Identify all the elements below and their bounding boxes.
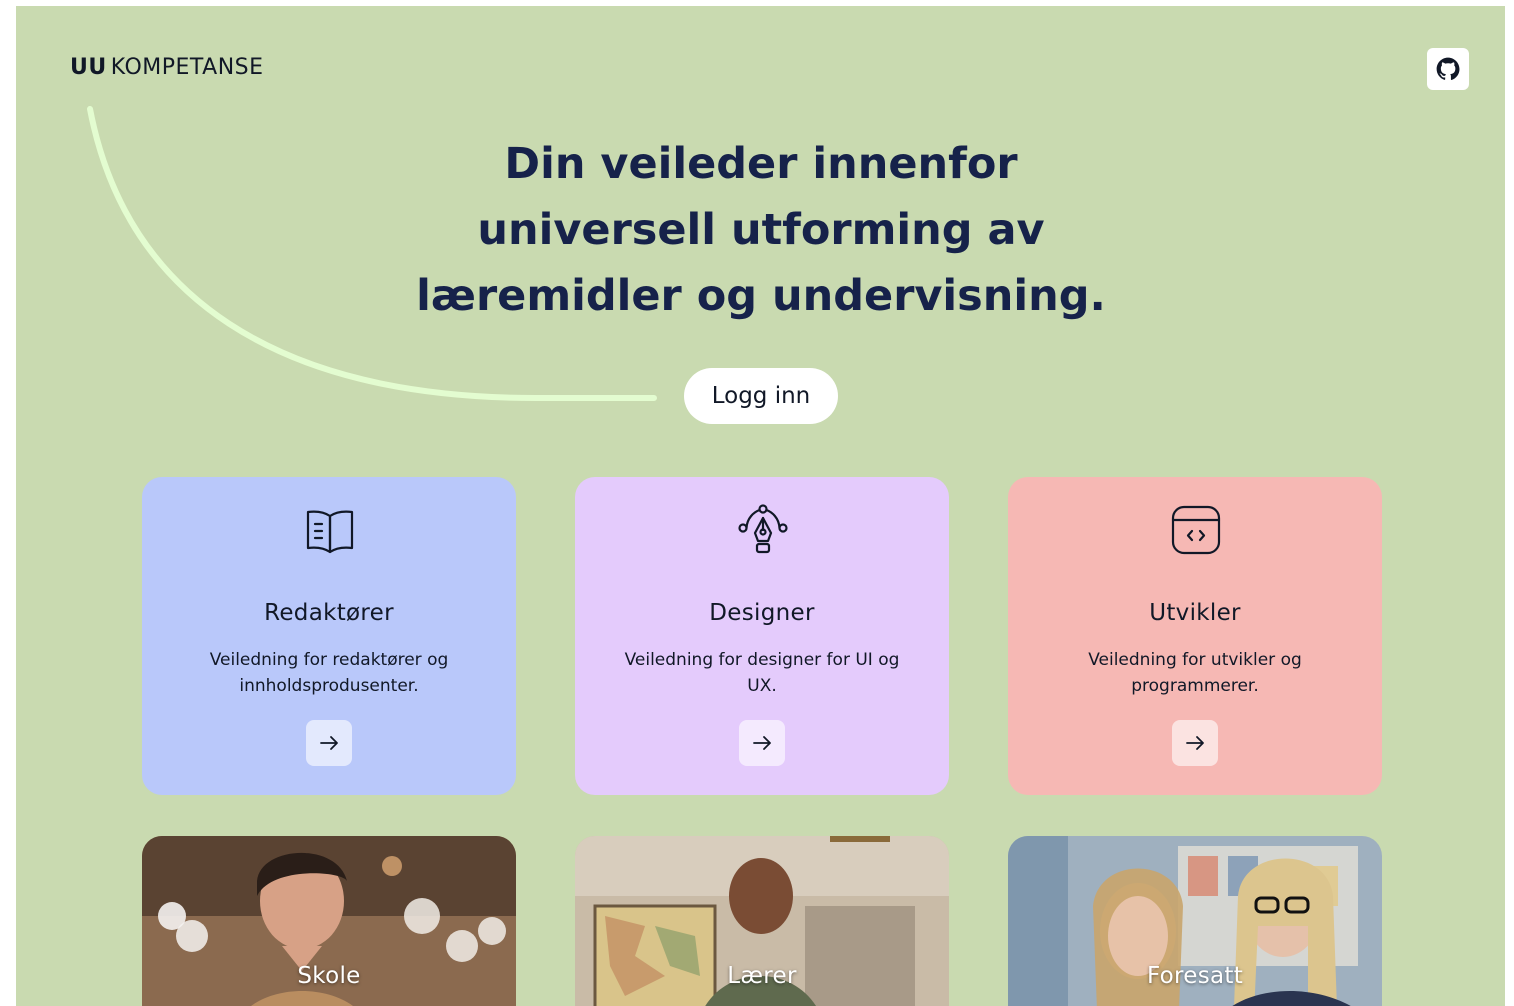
card-utvikler[interactable]: Utvikler Veiledning for utvikler og prog… bbox=[1008, 477, 1382, 795]
card-description: Veiledning for utvikler og programmerer. bbox=[1088, 650, 1302, 696]
audience-label: Skole bbox=[297, 963, 361, 989]
audience-card-foresatt[interactable]: Foresatt bbox=[1008, 836, 1382, 1006]
hero-title-line-1: Din veileder innenfor bbox=[504, 139, 1018, 189]
card-designer[interactable]: Designer Veiledning for designer for UI … bbox=[575, 477, 949, 795]
card-redaktorer[interactable]: Redaktører Veiledning for redaktører og … bbox=[142, 477, 516, 795]
logo-bold: UU bbox=[70, 55, 107, 80]
open-book-icon bbox=[306, 510, 354, 554]
code-window-icon bbox=[1171, 505, 1221, 555]
card-arrow-button[interactable] bbox=[739, 720, 785, 766]
arrow-right-icon bbox=[753, 736, 771, 750]
hero-title-line-3: læremidler og undervisning. bbox=[416, 271, 1106, 321]
audience-label: Lærer bbox=[727, 963, 797, 989]
card-description: Veiledning for designer for UI og UX. bbox=[624, 650, 900, 696]
card-title: Utvikler bbox=[1149, 600, 1241, 626]
github-icon bbox=[1436, 57, 1460, 80]
hero-title: Din veileder innenfor universell utformi… bbox=[361, 131, 1161, 329]
card-arrow-button[interactable] bbox=[1172, 720, 1218, 766]
arrow-right-icon bbox=[1186, 736, 1204, 750]
card-title: Designer bbox=[709, 600, 815, 626]
site-logo[interactable]: UU KOMPETANSE bbox=[70, 55, 264, 80]
card-arrow-button[interactable] bbox=[306, 720, 352, 766]
arrow-right-icon bbox=[320, 736, 338, 750]
github-link[interactable] bbox=[1427, 48, 1469, 90]
pen-tool-icon bbox=[738, 504, 788, 554]
login-button[interactable]: Logg inn bbox=[684, 368, 838, 424]
card-description: Veiledning for redaktører og innholdspro… bbox=[209, 650, 449, 696]
card-title: Redaktører bbox=[264, 600, 394, 626]
logo-text: KOMPETANSE bbox=[110, 55, 264, 80]
hero-title-line-2: universell utforming av bbox=[477, 205, 1045, 255]
audience-label: Foresatt bbox=[1146, 963, 1244, 989]
page: UU KOMPETANSE Din veileder innenfor unive… bbox=[16, 6, 1505, 1006]
audience-card-skole[interactable]: Skole bbox=[142, 836, 516, 1006]
audience-card-laerer[interactable]: Lærer bbox=[575, 836, 949, 1006]
